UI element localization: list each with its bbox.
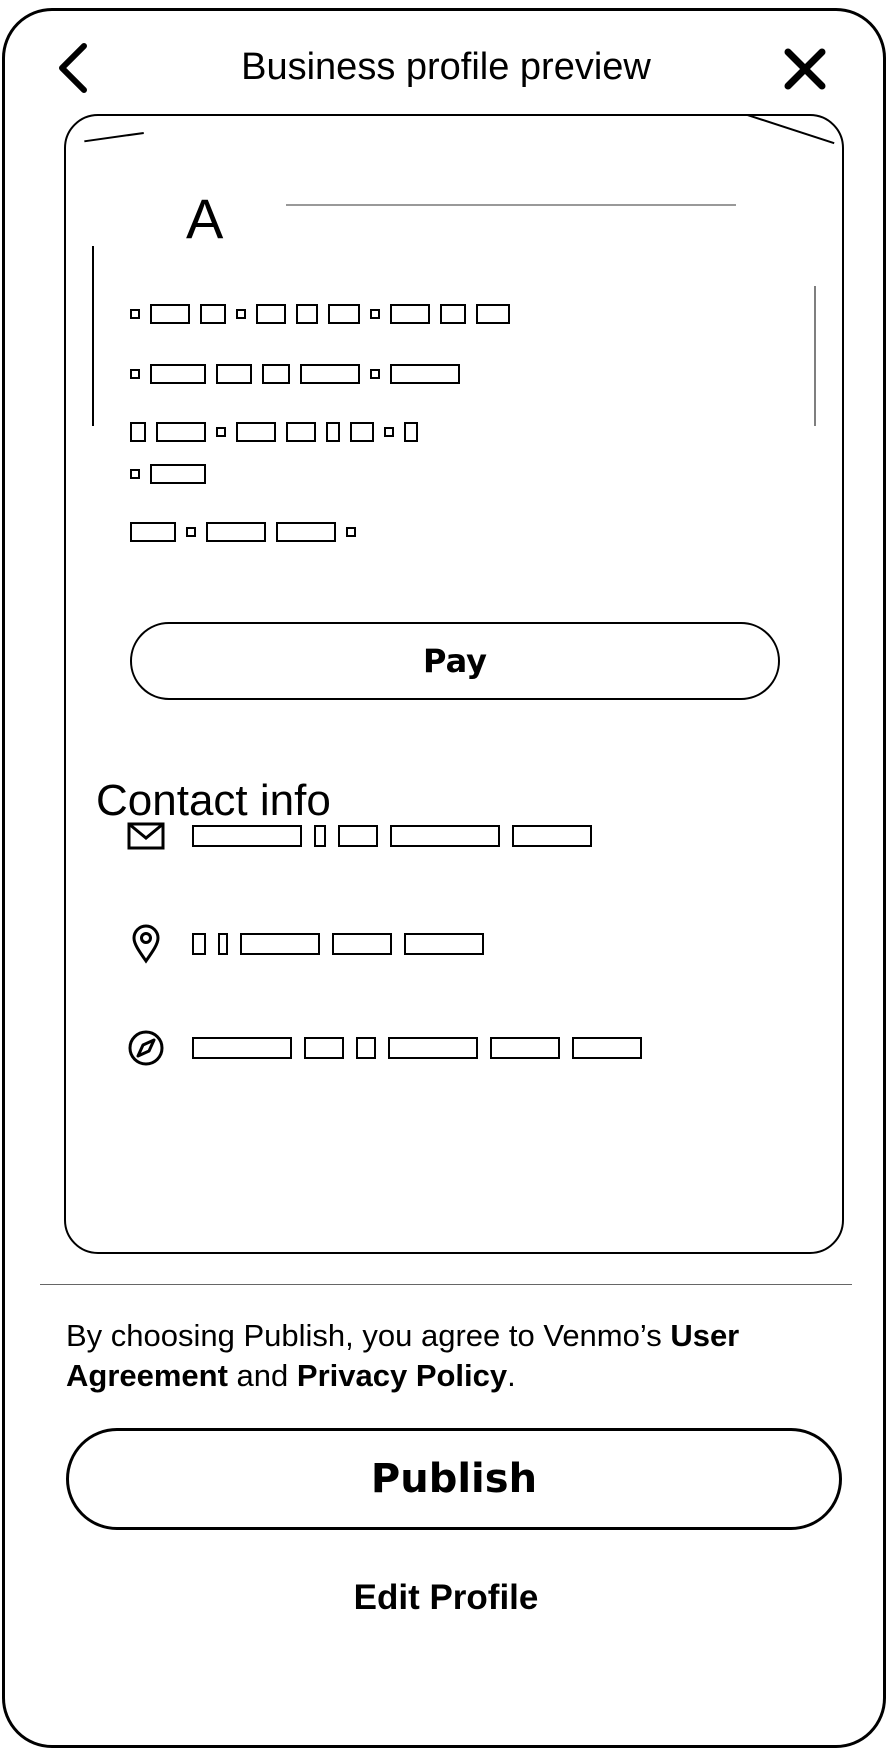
website-redacted [192,1037,642,1059]
address-redacted [192,933,484,955]
cover-image [84,131,148,171]
edit-profile-button[interactable]: Edit Profile [0,1578,892,1618]
bio-line-redacted [130,462,206,486]
legal-suffix: . [507,1358,516,1393]
bio-line-redacted [130,420,418,444]
legal-prefix: By choosing Publish, you agree to Venmo’… [66,1318,671,1353]
page-title: Business profile preview [241,46,651,88]
bio-line-redacted [130,302,510,326]
contact-address-row[interactable] [126,922,806,966]
location-pin-icon [126,924,166,964]
contact-website-row[interactable] [126,1026,806,1070]
compass-icon [126,1028,166,1068]
close-button[interactable] [780,44,830,94]
close-icon [784,48,826,90]
email-redacted [192,825,592,847]
publish-button[interactable]: Publish [66,1428,842,1530]
profile-preview-card: A Pay Contact info [64,114,844,1254]
privacy-policy-link[interactable]: Privacy Policy [297,1358,507,1393]
mail-icon [126,816,166,856]
cover-border [92,246,94,426]
cover-image-edge [729,116,835,173]
divider [40,1284,852,1285]
pay-button[interactable]: Pay [130,622,780,700]
avatar: A [186,187,224,250]
profile-name-redacted [286,204,736,206]
stats-line-redacted [130,520,356,544]
bio-line-redacted [130,362,460,386]
legal-and: and [227,1358,297,1393]
top-bar: Business profile preview [0,30,892,110]
legal-notice: By choosing Publish, you agree to Venmo’… [66,1316,826,1396]
cover-border [814,286,816,426]
contact-email-row[interactable] [126,814,806,858]
